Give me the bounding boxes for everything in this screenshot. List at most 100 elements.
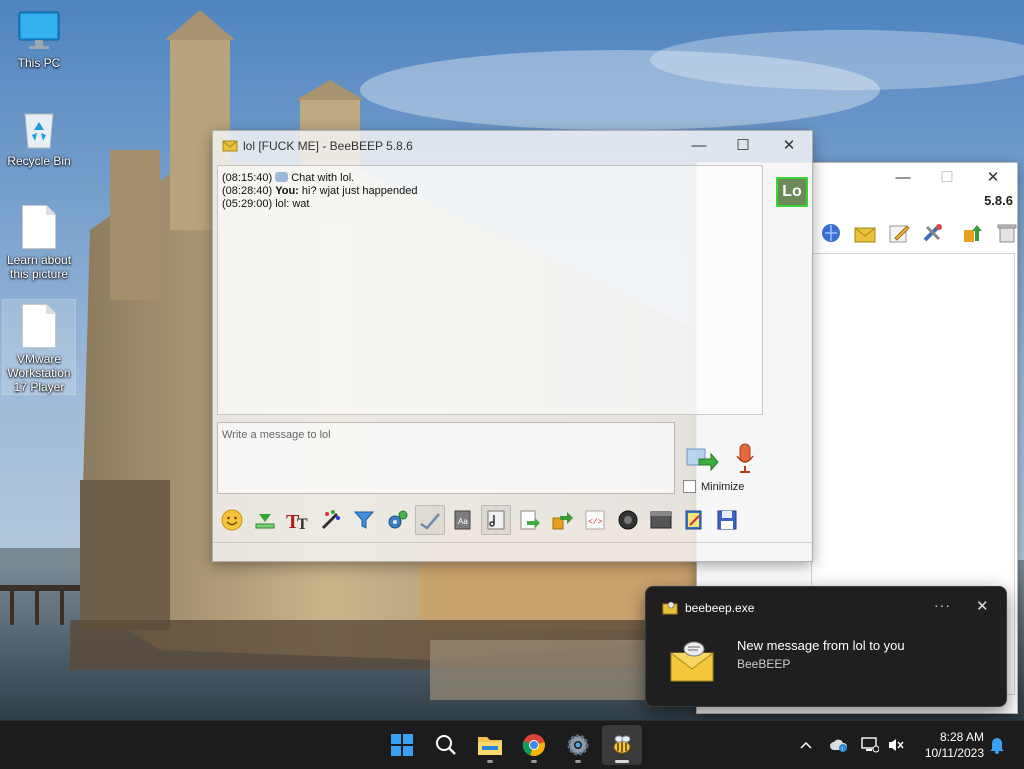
font-icon[interactable]: TT <box>283 505 313 535</box>
search-button[interactable] <box>426 725 466 765</box>
running-indicator <box>575 760 581 763</box>
message-time: (08:28:40) <box>222 185 273 197</box>
microphone-icon[interactable] <box>735 442 755 474</box>
taskbar-chrome[interactable] <box>514 725 554 765</box>
html-code-icon[interactable]: </> <box>580 505 610 535</box>
taskbar-beebeep[interactable] <box>602 725 642 765</box>
message-text: Chat with lol. <box>291 172 355 184</box>
user-avatar[interactable]: Lo <box>776 177 808 207</box>
bee-icon <box>613 735 631 754</box>
message-text: hi? wjat just happended <box>301 185 418 197</box>
close-icon[interactable]: ✕ <box>976 597 989 615</box>
chrome-icon <box>522 734 545 757</box>
edit-icon[interactable] <box>885 219 913 247</box>
cloud-icon: i <box>830 739 848 753</box>
filter-icon[interactable] <box>349 505 379 535</box>
emoji-icon[interactable] <box>217 505 247 535</box>
update-icon[interactable] <box>959 219 987 247</box>
chevron-up-icon <box>800 741 812 749</box>
clock-time: 8:28 AM <box>939 730 984 744</box>
desktop-icon-learn-about-picture[interactable]: Learn about this picture <box>3 205 75 281</box>
running-indicator <box>531 760 537 763</box>
svg-text:i: i <box>842 747 843 753</box>
monitor-icon <box>18 11 60 49</box>
desktop-icon-label: Recycle Bin <box>7 154 71 168</box>
terminal-icon[interactable] <box>646 505 676 535</box>
main-toolbar <box>817 219 1021 255</box>
save-icon[interactable] <box>712 505 742 535</box>
network-icon <box>861 737 879 753</box>
taskbar-settings[interactable] <box>558 725 598 765</box>
desktop-icon-label: This PC <box>17 56 61 70</box>
desktop-icon-vmware-player[interactable]: VMware Workstation 17 Player <box>2 299 76 395</box>
minimize-button[interactable]: — <box>677 131 721 159</box>
minimize-label: Minimize <box>701 480 745 493</box>
taskbar: i 8:28 AM 10/11/2023 <box>0 720 1024 769</box>
screenshot-icon[interactable] <box>613 505 643 535</box>
notes-icon[interactable] <box>679 505 709 535</box>
gear-icon <box>567 734 589 756</box>
notification-center-button[interactable] <box>985 733 1009 757</box>
show-hidden-icons-button[interactable] <box>794 733 818 757</box>
running-indicator <box>487 760 493 763</box>
message-input[interactable] <box>217 422 675 494</box>
recycle-bin-icon <box>24 113 54 149</box>
start-button[interactable] <box>382 725 422 765</box>
dictionary-icon[interactable]: Aa <box>448 505 478 535</box>
minimize-checkbox[interactable] <box>683 480 696 493</box>
clock-date: 10/11/2023 <box>924 746 984 760</box>
chat-window[interactable]: lol [FUCK ME] - BeeBEEP 5.8.6 — ☐ ✕ (08:… <box>212 130 813 562</box>
chat-history[interactable]: (08:15:40) Chat with lol. (08:28:40) You… <box>217 165 763 415</box>
color-picker-icon[interactable] <box>316 505 346 535</box>
speaker-muted-icon <box>889 739 904 751</box>
chat-title-bar[interactable]: lol [FUCK ME] - BeeBEEP 5.8.6 — ☐ ✕ <box>213 131 812 161</box>
message-sender: lol: <box>275 198 290 210</box>
chat-message: (08:28:40) You: hi? wjat just happended <box>222 185 762 198</box>
onedrive-tray[interactable]: i <box>827 733 851 757</box>
trash-icon[interactable] <box>993 219 1021 247</box>
envelope-icon <box>222 140 238 152</box>
save-chat-icon[interactable] <box>514 505 544 535</box>
download-icon[interactable] <box>250 505 280 535</box>
globe-icon[interactable] <box>817 219 845 247</box>
document-icon <box>22 205 56 249</box>
more-options-icon[interactable]: ··· <box>934 597 951 613</box>
toast-notification[interactable]: beebeep.exe ··· ✕ New message from lol t… <box>645 586 1007 707</box>
chat-message: (05:29:00) lol: wat <box>222 198 762 211</box>
windows-logo-icon <box>391 734 413 756</box>
window-title: lol [FUCK ME] - BeeBEEP 5.8.6 <box>243 139 413 153</box>
svg-text:</>: </> <box>588 518 603 527</box>
chat-status-bar <box>213 542 812 561</box>
desktop-icon-this-pc[interactable]: This PC <box>3 10 75 70</box>
beebeep-app-icon <box>662 601 678 615</box>
svg-text:Aa: Aa <box>458 517 468 526</box>
spell-check-icon[interactable] <box>415 505 445 535</box>
volume-tray[interactable] <box>884 733 908 757</box>
settings-gears-icon[interactable] <box>382 505 412 535</box>
send-file-icon[interactable] <box>685 445 719 473</box>
maximize-button[interactable]: ☐ <box>721 131 765 159</box>
forward-file-icon[interactable] <box>547 505 577 535</box>
toast-app-name: beebeep.exe <box>685 601 755 615</box>
maximize-button[interactable]: ☐ <box>925 163 969 191</box>
system-clock[interactable]: 8:28 AM 10/11/2023 <box>914 729 984 761</box>
beebeep-message-icon <box>670 641 714 682</box>
network-tray[interactable] <box>858 733 882 757</box>
running-indicator <box>615 760 629 763</box>
close-button[interactable]: ✕ <box>767 131 811 159</box>
desktop-icon-recycle-bin[interactable]: Recycle Bin <box>3 108 75 168</box>
mail-icon[interactable] <box>851 219 879 247</box>
minimize-button[interactable]: — <box>881 163 925 191</box>
svg-text:T: T <box>297 516 308 532</box>
search-icon <box>436 735 456 755</box>
sound-notification-icon[interactable] <box>481 505 511 535</box>
message-text: wat <box>292 198 310 210</box>
minimize-checkbox-row[interactable]: Minimize <box>683 480 744 493</box>
speech-bubble-icon <box>275 172 289 182</box>
version-label: 5.8.6 <box>984 193 1013 208</box>
close-button[interactable]: ✕ <box>971 163 1015 191</box>
taskbar-file-explorer[interactable] <box>470 725 510 765</box>
toast-title: New message from lol to you <box>737 638 905 653</box>
tools-icon[interactable] <box>919 219 947 247</box>
shortcut-document-icon <box>22 304 56 348</box>
